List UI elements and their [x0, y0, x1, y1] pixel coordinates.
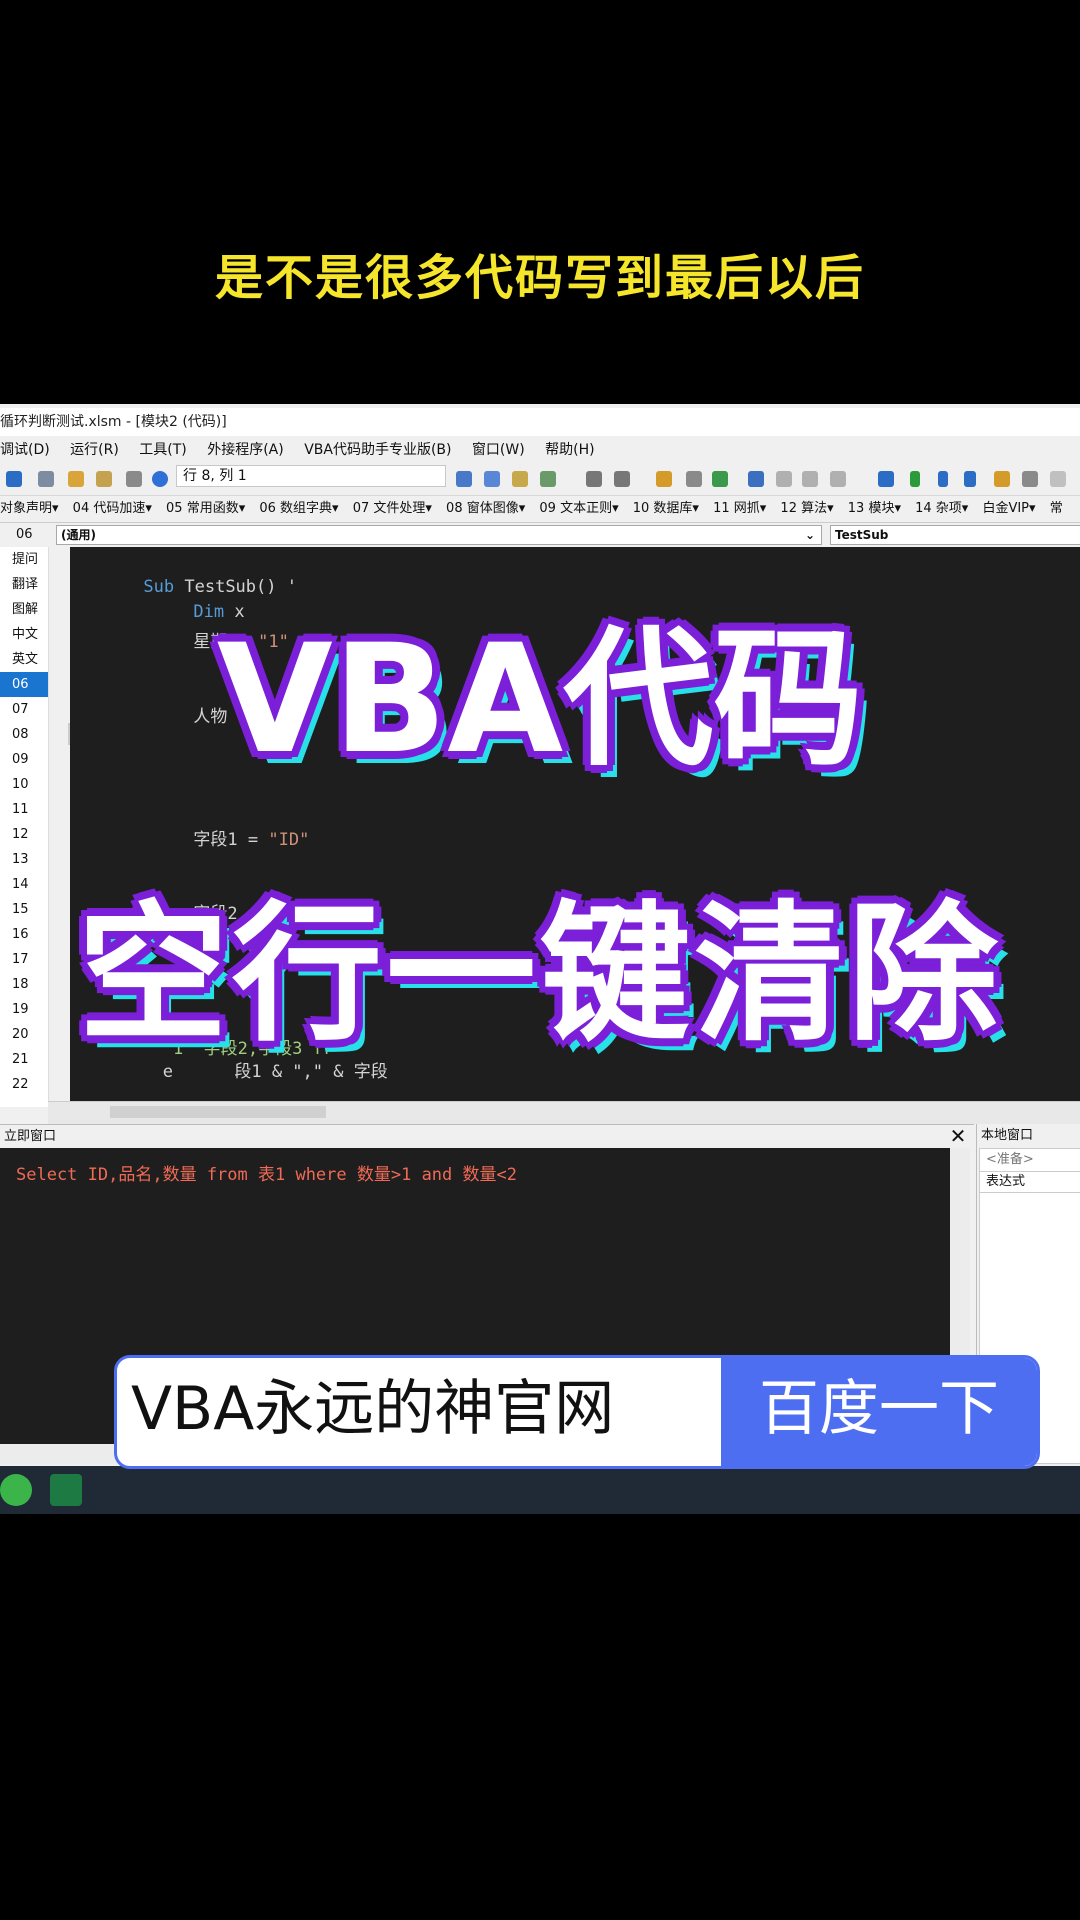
excel-icon[interactable] [50, 1474, 82, 1506]
chevron-down-icon: ⌄ [804, 528, 815, 542]
addin-module[interactable]: 13 模块▾ [848, 501, 901, 516]
bookmark-icon[interactable] [656, 471, 672, 487]
sidebar-item-diagram[interactable]: 图解 [0, 597, 48, 622]
locals-icon[interactable] [1050, 471, 1066, 487]
overlay-title-line1: VBA代码 [216, 613, 864, 787]
addin-database[interactable]: 10 数据库▾ [633, 501, 699, 516]
code-identifier: 字段1 [193, 830, 238, 850]
search-banner: VBA永远的神官网 百度一下 [114, 1355, 1040, 1469]
properties-icon[interactable] [456, 471, 472, 487]
comment-icon[interactable] [802, 471, 818, 487]
addin-array-dict[interactable]: 06 数组字典▾ [259, 501, 338, 516]
caption-top: 是不是很多代码写到最后以后 [214, 250, 865, 306]
addin-object-declare[interactable]: 对象声明▾ [0, 501, 59, 516]
block-comment-icon[interactable] [614, 471, 630, 487]
code-combo-row: 06 (通用) ⌄ TestSub [0, 524, 1080, 546]
toggle-bookmark-icon[interactable] [748, 471, 764, 487]
sidebar-item-14[interactable]: 14 [0, 872, 48, 897]
editor-horizontal-scrollbar[interactable] [48, 1101, 1080, 1124]
menu-vba-helper[interactable]: VBA代码助手专业版(B) [304, 442, 451, 458]
cursor-position: 行 8, 列 1 [176, 465, 446, 487]
addin-form-image[interactable]: 08 窗体图像▾ [446, 501, 525, 516]
sidebar-item-12[interactable]: 12 [0, 822, 48, 847]
immediate-window-title: 立即窗口 [0, 1124, 974, 1149]
menu-addins[interactable]: 外接程序(A) [207, 442, 284, 458]
menu-tools[interactable]: 工具(T) [139, 442, 186, 458]
menu-run[interactable]: 运行(R) [70, 442, 119, 458]
menu-window[interactable]: 窗口(W) [472, 442, 525, 458]
clear-bookmarks-icon[interactable] [776, 471, 792, 487]
window-title: 循环判断测试.xlsm - [模块2 (代码)] [0, 408, 1080, 436]
code-string: "ID" [268, 830, 310, 850]
addin-code-speedup[interactable]: 04 代码加速▾ [73, 501, 152, 516]
overlay-title-line2: 空行一键清除 [77, 888, 1002, 1062]
insert-module-icon[interactable] [38, 471, 54, 487]
object-combo[interactable]: (通用) ⌄ [56, 525, 822, 545]
scrollbar-thumb[interactable] [110, 1106, 326, 1118]
addin-file-processing[interactable]: 07 文件处理▾ [353, 501, 432, 516]
locals-expression-header: 表达式 [979, 1172, 1080, 1193]
break-icon[interactable] [938, 471, 948, 487]
search-query[interactable]: VBA永远的神官网 [117, 1358, 721, 1466]
outdent-icon[interactable] [586, 471, 602, 487]
reset-icon[interactable] [964, 471, 976, 487]
prev-bookmark-icon[interactable] [712, 471, 728, 487]
locals-ready-status: <准备> [979, 1148, 1080, 1172]
excel-view-icon[interactable] [6, 471, 22, 487]
immediate-output: Select ID,品名,数量 from 表1 where 数量>1 and 数… [16, 1165, 517, 1185]
toolbox-icon[interactable] [512, 471, 528, 487]
procedure-combo-value: TestSub [835, 528, 889, 542]
next-bookmark-icon[interactable] [686, 471, 702, 487]
uncomment-icon[interactable] [830, 471, 846, 487]
addin-algorithm[interactable]: 12 算法▾ [780, 501, 833, 516]
sidebar-item-ask[interactable]: 提问 [0, 547, 48, 572]
design-mode-icon[interactable] [878, 471, 894, 487]
menu-bar: 调试(D) 运行(R) 工具(T) 外接程序(A) VBA代码助手专业版(B) … [0, 437, 1080, 463]
save-icon[interactable] [68, 471, 84, 487]
sidebar-item-11[interactable]: 11 [0, 797, 48, 822]
menu-debug[interactable]: 调试(D) [0, 442, 50, 458]
addin-misc[interactable]: 14 杂项▾ [915, 501, 968, 516]
indent-icon[interactable] [540, 471, 556, 487]
sidebar-item-translate[interactable]: 翻译 [0, 572, 48, 597]
undo-icon[interactable] [126, 471, 142, 487]
line-number-label: 06 [16, 527, 33, 542]
addin-common-functions[interactable]: 05 常用函数▾ [166, 501, 245, 516]
close-icon[interactable]: ✕ [948, 1126, 968, 1146]
menu-help[interactable]: 帮助(H) [545, 442, 594, 458]
wechat-icon[interactable] [0, 1474, 32, 1506]
addin-web-scrape[interactable]: 11 网抓▾ [713, 501, 766, 516]
addin-platinum-vip[interactable]: 白金VIP▾ [982, 501, 1035, 516]
addin-text-regex[interactable]: 09 文本正则▾ [539, 501, 618, 516]
object-combo-value: (通用) [61, 528, 96, 542]
code-line-5: 字段1 = "ID" [132, 805, 309, 870]
hand-icon[interactable] [994, 471, 1010, 487]
watch-icon[interactable] [1022, 471, 1038, 487]
run-icon[interactable] [910, 471, 920, 487]
sidebar-item-13[interactable]: 13 [0, 847, 48, 872]
sidebar-item-22[interactable]: 22 [0, 1072, 48, 1097]
procedure-combo[interactable]: TestSub [830, 525, 1080, 545]
taskbar [0, 1466, 1080, 1514]
code-operator: = [237, 830, 269, 850]
help-icon[interactable] [152, 471, 168, 487]
locals-window-title: 本地窗口 [981, 1128, 1034, 1143]
object-browser-icon[interactable] [484, 471, 500, 487]
addin-more[interactable]: 常 [1050, 501, 1063, 516]
search-button[interactable]: 百度一下 [721, 1358, 1037, 1466]
standard-toolbar [0, 463, 1080, 496]
addin-toolbar: 对象声明▾ 04 代码加速▾ 05 常用函数▾ 06 数组字典▾ 07 文件处理… [0, 496, 1080, 523]
find-icon[interactable] [96, 471, 112, 487]
